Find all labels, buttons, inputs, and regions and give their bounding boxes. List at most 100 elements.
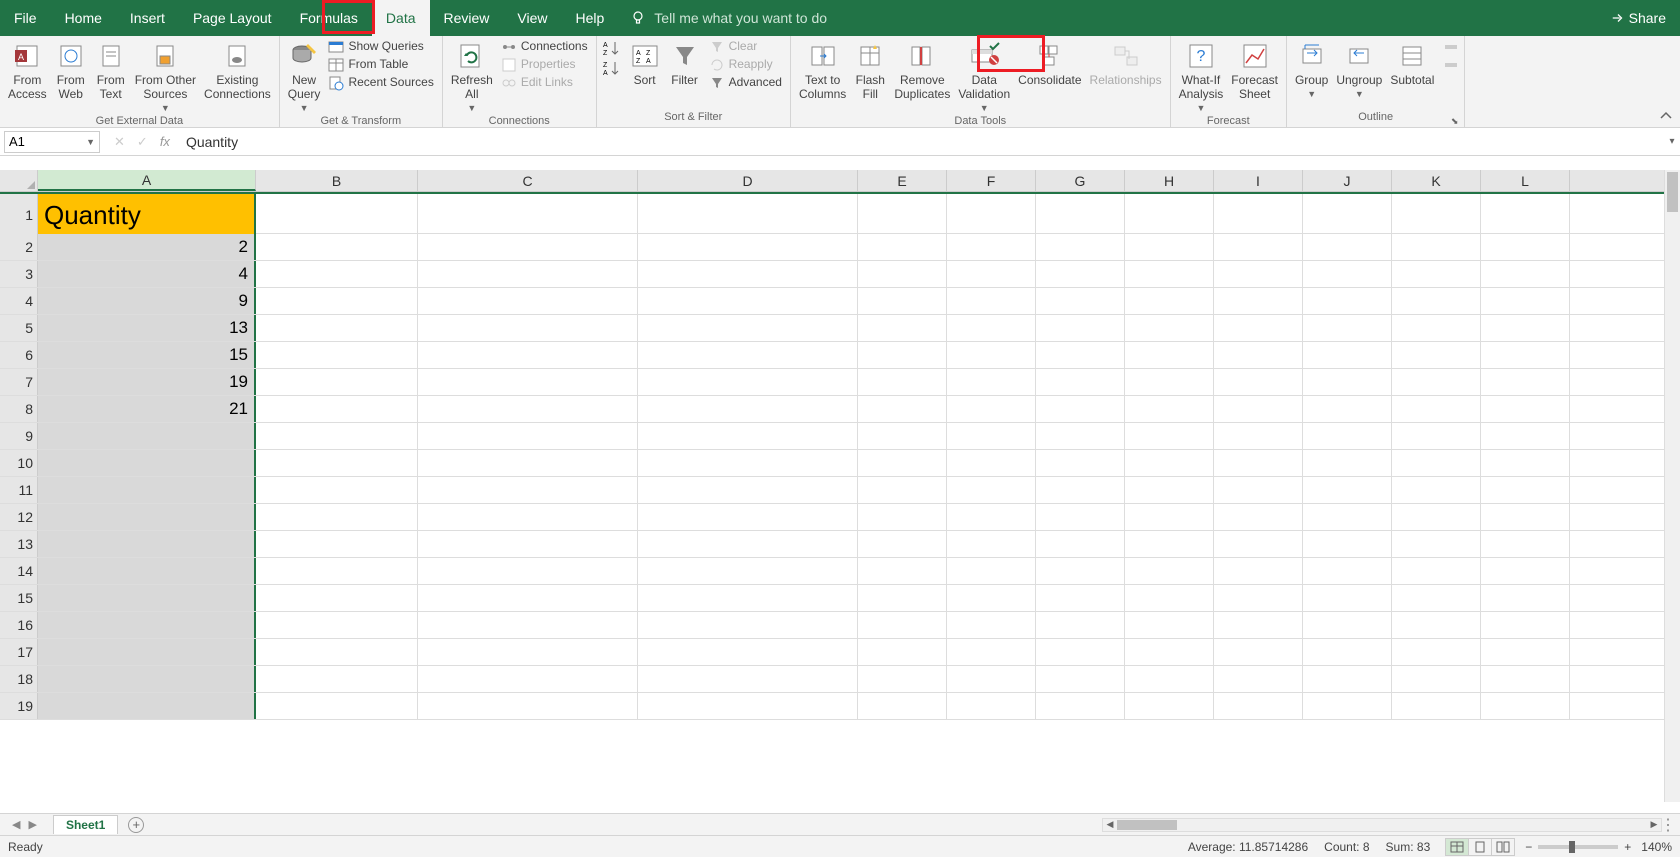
- connections-button[interactable]: Connections: [497, 38, 592, 56]
- column-header-I[interactable]: I: [1214, 170, 1303, 191]
- cell-B14[interactable]: [256, 558, 418, 584]
- from-other-sources-button[interactable]: From Other Sources▼: [131, 38, 200, 115]
- clear-filter-button[interactable]: Clear: [705, 38, 786, 56]
- cell-E15[interactable]: [858, 585, 947, 611]
- tab-view[interactable]: View: [503, 0, 561, 36]
- cell-F12[interactable]: [947, 504, 1036, 530]
- cell-D12[interactable]: [638, 504, 858, 530]
- cell-E17[interactable]: [858, 639, 947, 665]
- cell-H15[interactable]: [1125, 585, 1214, 611]
- tab-insert[interactable]: Insert: [116, 0, 179, 36]
- cell-F15[interactable]: [947, 585, 1036, 611]
- cell-K7[interactable]: [1392, 369, 1481, 395]
- cell-D19[interactable]: [638, 693, 858, 719]
- properties-button[interactable]: Properties: [497, 56, 592, 74]
- row-header-17[interactable]: 17: [0, 639, 38, 665]
- cell-G9[interactable]: [1036, 423, 1125, 449]
- horizontal-scrollbar[interactable]: ◀▶: [1102, 818, 1662, 832]
- cell-F14[interactable]: [947, 558, 1036, 584]
- cell-H4[interactable]: [1125, 288, 1214, 314]
- cell-H14[interactable]: [1125, 558, 1214, 584]
- tab-split-handle[interactable]: ⋮: [1660, 815, 1676, 835]
- zoom-out-button[interactable]: −: [1525, 840, 1532, 854]
- row-header-18[interactable]: 18: [0, 666, 38, 692]
- fx-button[interactable]: fx: [160, 134, 170, 149]
- hide-detail-button[interactable]: [1442, 56, 1460, 74]
- cell-H3[interactable]: [1125, 261, 1214, 287]
- cell-I14[interactable]: [1214, 558, 1303, 584]
- cell-L4[interactable]: [1481, 288, 1570, 314]
- cell-A3[interactable]: 4: [38, 261, 256, 287]
- cell-H17[interactable]: [1125, 639, 1214, 665]
- cell-G11[interactable]: [1036, 477, 1125, 503]
- cell-I8[interactable]: [1214, 396, 1303, 422]
- cell-L3[interactable]: [1481, 261, 1570, 287]
- show-queries-button[interactable]: Show Queries: [324, 38, 437, 56]
- cell-E1[interactable]: [858, 194, 947, 233]
- cell-J3[interactable]: [1303, 261, 1392, 287]
- sheet-tab-active[interactable]: Sheet1: [53, 815, 118, 834]
- cell-A13[interactable]: [38, 531, 256, 557]
- cell-C13[interactable]: [418, 531, 638, 557]
- cell-F6[interactable]: [947, 342, 1036, 368]
- cell-G4[interactable]: [1036, 288, 1125, 314]
- collapse-ribbon-button[interactable]: [1652, 36, 1680, 127]
- expand-formula-bar[interactable]: ▾: [1664, 136, 1680, 147]
- cell-C2[interactable]: [418, 234, 638, 260]
- cell-K11[interactable]: [1392, 477, 1481, 503]
- cell-E14[interactable]: [858, 558, 947, 584]
- cell-K17[interactable]: [1392, 639, 1481, 665]
- cell-H10[interactable]: [1125, 450, 1214, 476]
- cell-B3[interactable]: [256, 261, 418, 287]
- cell-L7[interactable]: [1481, 369, 1570, 395]
- cell-I11[interactable]: [1214, 477, 1303, 503]
- cell-C15[interactable]: [418, 585, 638, 611]
- column-header-K[interactable]: K: [1392, 170, 1481, 191]
- cell-E13[interactable]: [858, 531, 947, 557]
- cell-I10[interactable]: [1214, 450, 1303, 476]
- name-box[interactable]: A1▼: [4, 131, 100, 153]
- column-header-A[interactable]: A: [38, 170, 256, 191]
- subtotal-button[interactable]: Subtotal: [1386, 38, 1438, 90]
- cell-F11[interactable]: [947, 477, 1036, 503]
- row-header-14[interactable]: 14: [0, 558, 38, 584]
- cell-I6[interactable]: [1214, 342, 1303, 368]
- cell-D5[interactable]: [638, 315, 858, 341]
- cell-C17[interactable]: [418, 639, 638, 665]
- row-header-2[interactable]: 2: [0, 234, 38, 260]
- cell-L12[interactable]: [1481, 504, 1570, 530]
- reapply-button[interactable]: Reapply: [705, 56, 786, 74]
- cell-L17[interactable]: [1481, 639, 1570, 665]
- cell-I13[interactable]: [1214, 531, 1303, 557]
- cell-E12[interactable]: [858, 504, 947, 530]
- tab-data[interactable]: Data: [372, 0, 430, 36]
- from-text-button[interactable]: From Text: [91, 38, 131, 104]
- cell-K13[interactable]: [1392, 531, 1481, 557]
- cell-G15[interactable]: [1036, 585, 1125, 611]
- cell-K14[interactable]: [1392, 558, 1481, 584]
- cell-K3[interactable]: [1392, 261, 1481, 287]
- cell-A15[interactable]: [38, 585, 256, 611]
- row-header-3[interactable]: 3: [0, 261, 38, 287]
- cell-I17[interactable]: [1214, 639, 1303, 665]
- cell-J10[interactable]: [1303, 450, 1392, 476]
- cell-A10[interactable]: [38, 450, 256, 476]
- cell-H13[interactable]: [1125, 531, 1214, 557]
- cell-E19[interactable]: [858, 693, 947, 719]
- cell-E8[interactable]: [858, 396, 947, 422]
- forecast-sheet-button[interactable]: Forecast Sheet: [1227, 38, 1282, 104]
- cell-F5[interactable]: [947, 315, 1036, 341]
- cell-L10[interactable]: [1481, 450, 1570, 476]
- cell-E3[interactable]: [858, 261, 947, 287]
- cell-L14[interactable]: [1481, 558, 1570, 584]
- column-header-J[interactable]: J: [1303, 170, 1392, 191]
- select-all-cells[interactable]: [0, 170, 38, 191]
- cell-I12[interactable]: [1214, 504, 1303, 530]
- cell-D10[interactable]: [638, 450, 858, 476]
- cell-H18[interactable]: [1125, 666, 1214, 692]
- tab-home[interactable]: Home: [51, 0, 116, 36]
- ungroup-button[interactable]: Ungroup▼: [1332, 38, 1386, 101]
- row-header-1[interactable]: 1: [0, 194, 38, 236]
- column-header-D[interactable]: D: [638, 170, 858, 191]
- cell-E2[interactable]: [858, 234, 947, 260]
